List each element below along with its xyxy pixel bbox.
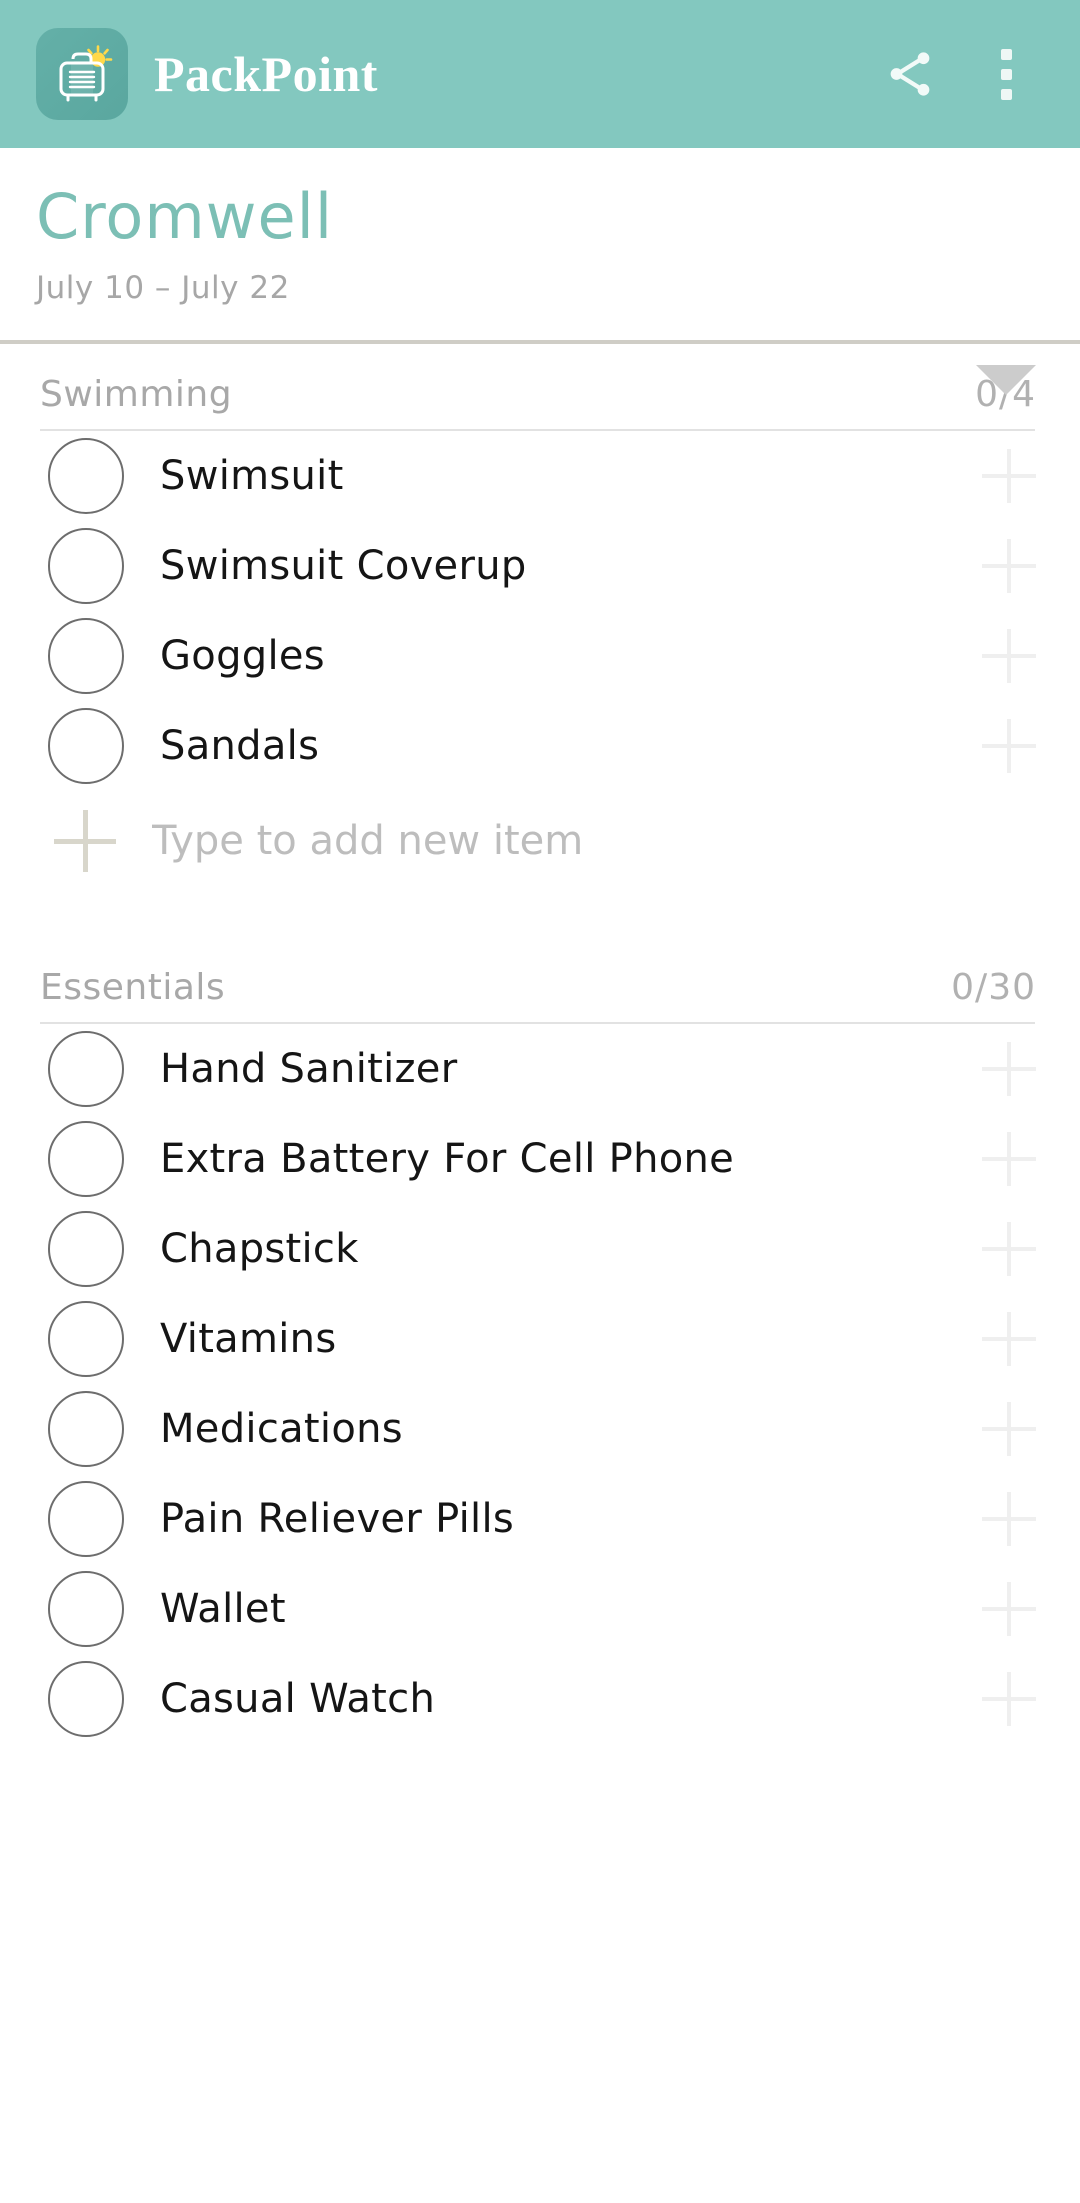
trip-dates: July 10 – July 22 — [36, 270, 290, 306]
item-checkbox[interactable] — [48, 1031, 124, 1107]
list-item[interactable]: Pain Reliever Pills — [0, 1474, 1080, 1564]
plus-icon[interactable] — [54, 810, 116, 872]
item-label: Casual Watch — [160, 1676, 436, 1722]
plus-icon[interactable] — [982, 539, 1036, 593]
packing-list: Swimming 0/4 Swimsuit Swimsuit Coverup Goggl… — [0, 344, 1080, 1744]
section-header[interactable]: Swimming 0/4 — [0, 344, 1080, 415]
item-checkbox[interactable] — [48, 708, 124, 784]
plus-icon[interactable] — [982, 1312, 1036, 1366]
trip-header[interactable]: Cromwell July 10 – July 22 — [0, 148, 1080, 395]
item-label: Extra Battery For Cell Phone — [160, 1136, 735, 1182]
section-title: Swimming — [40, 374, 233, 415]
item-label: Pain Reliever Pills — [160, 1496, 515, 1542]
item-label: Hand Sanitizer — [160, 1046, 458, 1092]
item-label: Medications — [160, 1406, 403, 1452]
app-logo — [36, 28, 128, 120]
app-bar: PackPoint — [0, 0, 1080, 148]
plus-icon[interactable] — [982, 1042, 1036, 1096]
list-item[interactable]: Goggles — [0, 611, 1080, 701]
list-item[interactable]: Hand Sanitizer — [0, 1024, 1080, 1114]
item-label: Sandals — [160, 723, 320, 769]
list-item[interactable]: Medications — [0, 1384, 1080, 1474]
add-item-row[interactable] — [0, 791, 1080, 891]
plus-icon[interactable] — [982, 1582, 1036, 1636]
list-item[interactable]: Chapstick — [0, 1204, 1080, 1294]
item-checkbox[interactable] — [48, 1301, 124, 1377]
suitcase-sun-icon — [51, 43, 113, 105]
share-icon — [883, 47, 937, 101]
list-item[interactable]: Swimsuit Coverup — [0, 521, 1080, 611]
share-button[interactable] — [862, 26, 958, 122]
more-vertical-icon — [1000, 48, 1012, 100]
plus-icon[interactable] — [982, 1222, 1036, 1276]
item-label: Swimsuit Coverup — [160, 543, 527, 589]
list-item[interactable]: Wallet — [0, 1564, 1080, 1654]
section-title: Essentials — [40, 967, 226, 1008]
plus-icon[interactable] — [982, 1672, 1036, 1726]
plus-icon[interactable] — [982, 1132, 1036, 1186]
list-item[interactable]: Casual Watch — [0, 1654, 1080, 1744]
list-item[interactable]: Swimsuit — [0, 431, 1080, 521]
plus-icon[interactable] — [982, 1402, 1036, 1456]
item-label: Swimsuit — [160, 453, 344, 499]
trip-name: Cromwell — [36, 180, 334, 253]
item-checkbox[interactable] — [48, 618, 124, 694]
section-header[interactable]: Essentials 0/30 — [0, 937, 1080, 1008]
item-checkbox[interactable] — [48, 1211, 124, 1287]
list-item[interactable]: Sandals — [0, 701, 1080, 791]
item-checkbox[interactable] — [48, 1481, 124, 1557]
plus-icon[interactable] — [982, 719, 1036, 773]
item-label: Goggles — [160, 633, 325, 679]
item-checkbox[interactable] — [48, 1391, 124, 1467]
item-checkbox[interactable] — [48, 1571, 124, 1647]
plus-icon[interactable] — [982, 629, 1036, 683]
app-title: PackPoint — [154, 46, 378, 102]
list-item[interactable]: Extra Battery For Cell Phone — [0, 1114, 1080, 1204]
item-checkbox[interactable] — [48, 438, 124, 514]
list-item[interactable]: Vitamins — [0, 1294, 1080, 1384]
item-checkbox[interactable] — [48, 528, 124, 604]
overflow-menu-button[interactable] — [958, 26, 1054, 122]
section-count: 0/30 — [951, 967, 1036, 1008]
item-label: Chapstick — [160, 1226, 359, 1272]
add-item-input[interactable] — [152, 818, 1036, 864]
plus-icon[interactable] — [982, 1492, 1036, 1546]
list-section: Essentials 0/30 Hand Sanitizer Extra Batter… — [0, 937, 1080, 1744]
item-label: Wallet — [160, 1586, 286, 1632]
chevron-down-icon[interactable] — [976, 365, 1036, 395]
list-section: Swimming 0/4 Swimsuit Swimsuit Coverup Goggl… — [0, 344, 1080, 891]
item-label: Vitamins — [160, 1316, 337, 1362]
plus-icon[interactable] — [982, 449, 1036, 503]
item-checkbox[interactable] — [48, 1661, 124, 1737]
item-checkbox[interactable] — [48, 1121, 124, 1197]
